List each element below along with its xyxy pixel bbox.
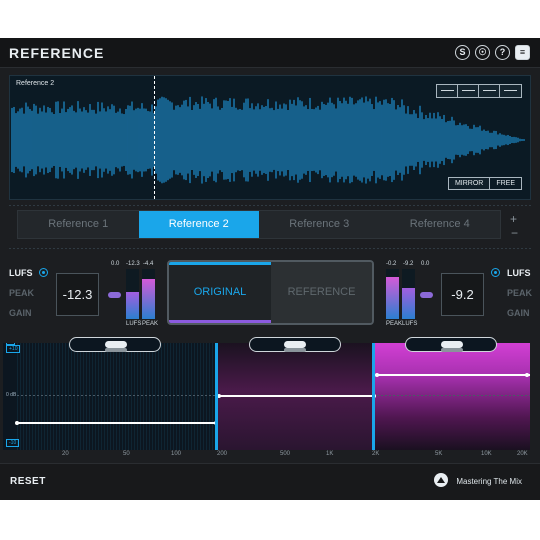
freq-label: 2K <box>372 451 380 457</box>
original-reference-switch: ORIGINAL REFERENCE <box>167 260 374 325</box>
divider <box>9 205 531 206</box>
remove-tab-button[interactable]: − <box>511 226 518 240</box>
view-bars-icon[interactable] <box>479 85 500 97</box>
slider-handle[interactable] <box>441 341 463 348</box>
freq-label: 100 <box>171 451 182 457</box>
loudness-readout-right: -9.2 <box>441 273 484 316</box>
mode-peak-right[interactable]: PEAK <box>507 288 532 298</box>
slider-handle[interactable] <box>284 341 306 348</box>
meter-caption: LUFS <box>126 321 142 327</box>
slider-shadow <box>105 348 127 352</box>
freq-label: 20K <box>517 451 528 457</box>
freq-label: 200 <box>217 451 228 457</box>
view-spectrum-icon[interactable] <box>500 85 521 97</box>
meter-value: -4.4 <box>143 261 154 267</box>
mode-gain-left[interactable]: GAIN <box>9 308 32 318</box>
scale-top: +10 <box>6 345 21 353</box>
header-bar: REFERENCE S ☉ ? ≡ <box>0 38 540 68</box>
meter-caption: PEAK <box>142 321 159 327</box>
tab-reference-1[interactable]: Reference 1 <box>18 211 139 238</box>
mastering-the-mix-logo-icon <box>434 473 448 487</box>
meter-value: -9.2 <box>403 261 414 267</box>
high-band-width-slider[interactable] <box>405 337 497 352</box>
playhead[interactable] <box>154 76 155 199</box>
reference-button[interactable]: REFERENCE <box>271 262 372 323</box>
link-icon-right[interactable] <box>420 292 433 298</box>
scale-zero: 0 dB <box>6 392 17 398</box>
footer-bar: RESET Mastering The Mix <box>0 463 540 500</box>
tab-reference-4[interactable]: Reference 4 <box>380 211 501 238</box>
free-button[interactable]: FREE <box>490 178 521 189</box>
mid-band-width-slider[interactable] <box>249 337 341 352</box>
reset-button[interactable]: RESET <box>10 476 46 487</box>
mid-band-gain-line[interactable] <box>219 395 374 397</box>
mirror-button[interactable]: MIRROR <box>448 178 491 189</box>
freq-label: 20 <box>62 451 69 457</box>
mode-lufs-right[interactable]: LUFS <box>507 268 531 278</box>
peak-meter-left <box>142 269 155 319</box>
s-icon[interactable]: S <box>455 45 470 60</box>
waveform-display[interactable]: Reference 2 MIRROR FREE <box>9 75 531 200</box>
low-band-gain-line[interactable] <box>17 422 216 424</box>
high-band[interactable] <box>374 343 530 450</box>
freq-label: 10K <box>481 451 492 457</box>
tab-reference-3[interactable]: Reference 3 <box>259 211 380 238</box>
mirror-free-toggle: MIRROR FREE <box>447 177 522 190</box>
lufs-meter-left <box>126 269 139 319</box>
scale-small-top: 0 <box>6 343 15 345</box>
plugin-title: REFERENCE <box>9 45 105 61</box>
menu-icon[interactable]: ≡ <box>515 45 530 60</box>
slider-shadow <box>441 348 463 352</box>
slider-handle[interactable] <box>105 341 127 348</box>
meter-caption: PEAK <box>386 321 403 327</box>
divider <box>9 248 531 249</box>
slider-shadow <box>284 348 306 352</box>
freq-label: 50 <box>123 451 130 457</box>
brand-name: Mastering The Mix <box>456 477 522 486</box>
link-icon-left[interactable] <box>108 292 121 298</box>
view-slider-icon[interactable] <box>458 85 479 97</box>
lightbulb-icon[interactable]: ☉ <box>475 45 490 60</box>
scale-bottom: -10 <box>6 439 20 447</box>
low-band-width-slider[interactable] <box>69 337 161 352</box>
view-buttons <box>436 84 522 98</box>
add-tab-button[interactable]: + <box>510 212 517 226</box>
header-icons: S ☉ ? ≡ <box>455 45 530 60</box>
lufs-radio-right[interactable] <box>491 268 500 277</box>
waveform-label: Reference 2 <box>16 80 55 87</box>
freq-label: 5K <box>435 451 443 457</box>
mode-lufs-left[interactable]: LUFS <box>9 268 33 278</box>
plugin-window: REFERENCE S ☉ ? ≡ Reference 2 MIRROR FRE… <box>0 38 540 500</box>
freq-label: 1K <box>326 451 334 457</box>
band-handle[interactable] <box>15 421 19 425</box>
help-icon[interactable]: ? <box>495 45 510 60</box>
tab-reference-2[interactable]: Reference 2 <box>138 211 259 238</box>
meter-value: -0.2 <box>386 261 397 267</box>
crossover-low-mid[interactable] <box>215 343 218 450</box>
peak-meter-right <box>386 269 399 319</box>
mode-gain-right[interactable]: GAIN <box>507 308 530 318</box>
lufs-meter-right <box>402 269 415 319</box>
loudness-readout-left: -12.3 <box>56 273 99 316</box>
view-line-icon[interactable] <box>437 85 458 97</box>
band-handle[interactable] <box>375 373 379 377</box>
high-band-gain-line[interactable] <box>377 374 530 376</box>
meter-value: 0.0 <box>421 261 430 267</box>
waveform <box>11 96 525 184</box>
meter-value: 0.0 <box>111 261 120 267</box>
meter-caption: LUFS <box>402 321 418 327</box>
eq-display[interactable]: 0 +10 0 dB -10 <box>3 343 530 450</box>
lufs-radio-left[interactable] <box>39 268 48 277</box>
band-handle[interactable] <box>525 373 529 377</box>
original-button[interactable]: ORIGINAL <box>169 262 271 323</box>
low-band[interactable] <box>17 343 216 450</box>
mode-peak-left[interactable]: PEAK <box>9 288 34 298</box>
crossover-mid-high[interactable] <box>372 343 375 450</box>
freq-label: 500 <box>280 451 291 457</box>
reference-tabs: Reference 1 Reference 2 Reference 3 Refe… <box>17 210 501 239</box>
meter-value: -12.3 <box>126 261 140 267</box>
